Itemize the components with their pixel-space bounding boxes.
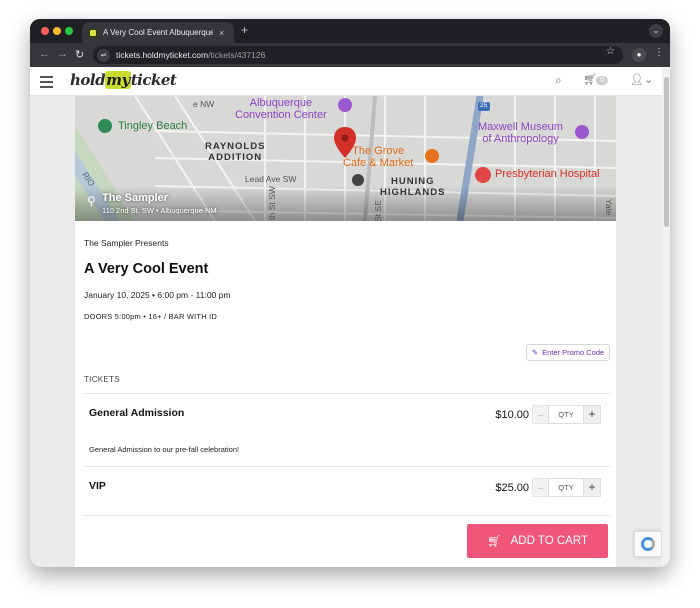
map-label-maxwell: Maxwell Museum of Anthropology [478,121,563,145]
qty-increase-button[interactable]: + [584,405,601,424]
ticket-name: General Admission [89,407,185,419]
address-bar[interactable]: ⇌ tickets.holdmyticket.com/tickets/43712… [93,46,623,64]
profile-avatar[interactable]: ● [632,48,646,62]
qty-input[interactable]: QTY [548,478,584,497]
promo-label: Enter Promo Code [542,348,605,357]
event-title: A Very Cool Event [84,261,209,277]
location-pin-icon: ⚲ [87,194,96,208]
map-venue-name: The Sampler [102,192,169,204]
site-header: holdmyticket ⌕ 🛒︎ 0 👤︎⌄ [30,67,662,96]
event-date: January 10, 2025 • 6:00 pm - 11:00 pm [84,290,231,300]
cart-icon: 🛒︎ [487,536,502,548]
tab-close-icon[interactable]: × [219,28,224,38]
back-arrow-icon[interactable]: ← [39,48,50,60]
web-page: holdmyticket ⌕ 🛒︎ 0 👤︎⌄ e NW Albuquerque… [30,67,670,567]
bookmark-star-icon[interactable]: ☆ [606,46,615,57]
reload-icon[interactable]: ↻ [75,48,84,61]
quantity-stepper: – QTY + [532,405,601,424]
divider [84,466,610,467]
hamburger-menu-icon[interactable] [40,76,53,91]
browser-menu-icon[interactable]: ⋮ [654,47,664,58]
divider [84,515,610,516]
browser-toolbar: ← → ↻ ⇌ tickets.holdmyticket.com/tickets… [30,43,670,67]
qty-decrease-button[interactable]: – [532,405,548,424]
map-label-convention: Albuquerque Convention Center [235,97,327,121]
add-to-cart-button[interactable]: 🛒︎ ADD TO CART [467,524,608,558]
tab-strip: A Very Cool Event Albuquerque × + ⌄ [30,19,670,43]
qty-decrease-button[interactable]: – [532,478,548,497]
tag-icon: ✎ [531,348,539,357]
divider [84,393,610,394]
logo-part-my: my [105,71,131,89]
user-account-icon[interactable]: 👤︎⌄ [630,73,653,86]
cart-icon[interactable]: 🛒︎ [583,73,597,86]
qty-increase-button[interactable]: + [584,478,601,497]
ticket-price: $10.00 [495,409,529,421]
map-label-tingley: Tingley Beach [118,120,188,132]
quantity-stepper: – QTY + [532,478,601,497]
add-to-cart-label: ADD TO CART [510,535,588,547]
ticket-name: VIP [89,480,106,492]
map-label-presbyterian: Presbyterian Hospital [495,168,600,180]
qty-input[interactable]: QTY [548,405,584,424]
site-settings-icon[interactable]: ⇌ [97,48,110,62]
url-host: tickets.holdmyticket.com [116,50,209,60]
logo-part-ticket: ticket [130,71,177,89]
map-label-raynolds: RAYNOLDS ADDITION [205,141,266,163]
recaptcha-icon [641,537,655,551]
close-window-button[interactable] [41,27,49,35]
logo-part-hold: hold [70,71,106,89]
maximize-window-button[interactable] [65,27,73,35]
holdmyticket-logo[interactable]: holdmyticket [70,71,177,89]
enter-promo-code-button[interactable]: ✎ Enter Promo Code [526,344,610,361]
map-venue-address: 110 2nd St. SW • Albuquerque NM [102,206,217,215]
event-content: e NW Albuquerque Convention Center Tingl… [75,96,616,567]
event-doors-info: DOORS 5:00pm • 16+ / BAR WITH ID [84,312,218,321]
url-path: /tickets/437126 [208,50,266,60]
map-label-yale: Yale [604,198,615,216]
scrollbar-thumb[interactable] [664,77,669,227]
recaptcha-badge[interactable] [634,531,662,557]
scrollbar[interactable] [662,67,670,567]
map-label-st-sw: th St SW [266,186,277,220]
ticket-description: General Admission to our pre-fall celebr… [89,445,240,454]
browser-tab[interactable]: A Very Cool Event Albuquerque × [82,22,234,43]
new-tab-button[interactable]: + [241,23,248,37]
favicon-icon [88,27,98,38]
forward-arrow-icon[interactable]: → [57,48,68,60]
map-label-st-se: St SE [372,200,383,221]
tab-title: A Very Cool Event Albuquerque [103,28,213,37]
map-label-nw: e NW [193,99,215,109]
event-presenter: The Sampler Presents [84,238,169,248]
browser-window: A Very Cool Event Albuquerque × + ⌄ ← → … [30,19,670,567]
map-label-highway: 25 [480,102,488,109]
minimize-window-button[interactable] [53,27,61,35]
map-label-lead-ave: Lead Ave SW [245,174,297,184]
cart-count-badge: 0 [596,76,608,85]
ticket-price: $25.00 [495,482,529,494]
map-label-grove: The Grove Cafe & Market [343,145,414,169]
map-label-huning: HUNING HIGHLANDS [380,176,446,198]
venue-map[interactable]: e NW Albuquerque Convention Center Tingl… [75,96,616,221]
search-icon[interactable]: ⌕ [555,73,562,88]
tab-search-button[interactable]: ⌄ [649,24,663,38]
tickets-header: TICKETS [84,375,120,384]
